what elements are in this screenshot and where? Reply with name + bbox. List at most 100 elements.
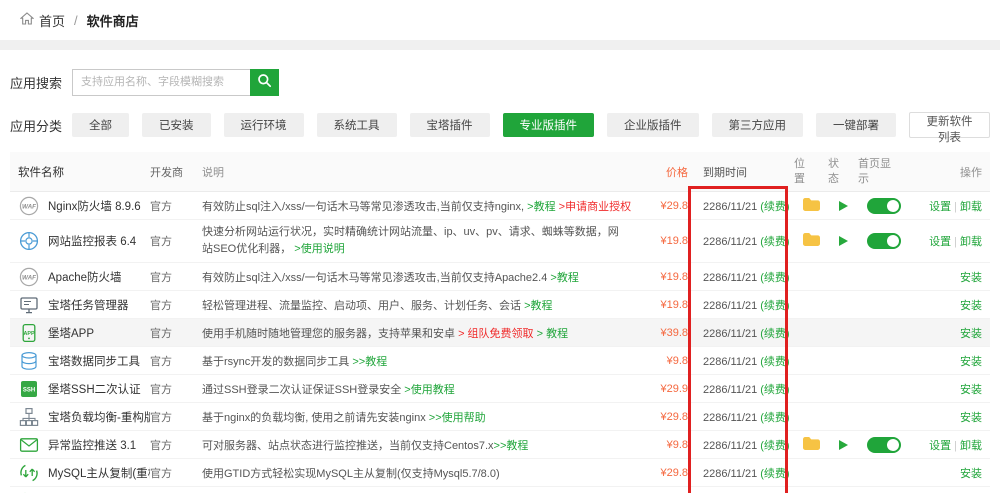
install-link[interactable]: 安装 — [960, 272, 982, 284]
desc-link[interactable]: >教程 — [527, 201, 555, 213]
expire-date: 2286/11/21 — [703, 272, 757, 284]
software-name: 网站监控报表 6.4 — [48, 233, 136, 249]
desc-link[interactable]: >使用说明 — [294, 243, 344, 255]
folder-icon[interactable] — [802, 436, 821, 454]
search-button[interactable] — [250, 69, 279, 96]
header-expire-time: 到期时间 — [690, 164, 794, 180]
breadcrumb-home-link[interactable]: 首页 — [20, 11, 65, 30]
renew-link[interactable]: (续费) — [760, 468, 789, 480]
table-row: MySQL主从复制 官方 轻松实现MySQL一主多从复制，需要MySQL5.5及… — [10, 487, 990, 493]
table-row: MySQL主从复制(重构版) 官方 使用GTID方式轻松实现MySQL主从复制(… — [10, 459, 990, 487]
price: ¥29.8 — [632, 200, 690, 212]
category-tab-全部[interactable]: 全部 — [72, 113, 129, 137]
header-developer: 开发商 — [150, 164, 202, 180]
description: 有效防止sql注入/xss/一句话木马等常见渗透攻击,当前仅支持nginx, >… — [202, 198, 632, 214]
renew-link[interactable]: (续费) — [760, 356, 789, 368]
category-tab-已安装[interactable]: 已安装 — [142, 113, 211, 137]
description: 有效防止sql注入/xss/一句话木马等常见渗透攻击,当前仅支持Apache2.… — [202, 269, 632, 285]
desc-link[interactable]: >>使用帮助 — [429, 412, 486, 424]
folder-icon[interactable] — [802, 232, 821, 250]
category-tab-宝塔插件[interactable]: 宝塔插件 — [410, 113, 490, 137]
app-search-row: 应用搜索 — [10, 68, 990, 96]
settings-link[interactable]: 设置 — [929, 236, 951, 248]
desc-link[interactable]: >>教程 — [352, 356, 387, 368]
running-status-icon[interactable] — [839, 236, 848, 246]
description: 使用GTID方式轻松实现MySQL主从复制(仅支持Mysql5.7/8.0) — [202, 465, 632, 481]
expire-date: 2286/11/21 — [703, 412, 757, 424]
desc-link[interactable]: > 组队免费领取 — [458, 328, 533, 340]
install-link[interactable]: 安装 — [960, 328, 982, 340]
sync-icon — [18, 490, 40, 493]
uninstall-link[interactable]: 卸载 — [960, 236, 982, 248]
developer: 官方 — [150, 269, 202, 285]
install-link[interactable]: 安装 — [960, 384, 982, 396]
uninstall-link[interactable]: 卸载 — [960, 201, 982, 213]
header-location: 位置 — [794, 157, 828, 187]
software-name: 堡塔SSH二次认证 — [48, 381, 141, 397]
expire-date: 2286/11/21 — [703, 300, 757, 312]
developer: 官方 — [150, 353, 202, 369]
renew-link[interactable]: (续费) — [760, 384, 789, 396]
desc-text: 基于rsync开发的数据同步工具 — [202, 356, 352, 368]
table-row: 宝塔数据同步工具 官方 基于rsync开发的数据同步工具 >>教程 ¥9.8 2… — [10, 347, 990, 375]
category-tab-运行环境[interactable]: 运行环境 — [224, 113, 304, 137]
desc-text: 有效防止sql注入/xss/一句话木马等常见渗透攻击,当前仅支持nginx, — [202, 201, 527, 213]
header-price: 价格 — [632, 164, 690, 180]
update-software-list-button[interactable]: 更新软件列表 — [909, 112, 990, 138]
install-link[interactable]: 安装 — [960, 300, 982, 312]
header-software-name: 软件名称 — [10, 164, 150, 180]
uninstall-link[interactable]: 卸载 — [960, 440, 982, 452]
renew-link[interactable]: (续费) — [760, 236, 789, 248]
renew-link[interactable]: (续费) — [760, 272, 789, 284]
row-actions: 安装 — [910, 325, 990, 341]
renew-link[interactable]: (续费) — [760, 201, 789, 213]
home-display-toggle[interactable] — [867, 437, 901, 453]
description: 通过SSH登录二次认证保证SSH登录安全 >使用教程 — [202, 381, 632, 397]
install-link[interactable]: 安装 — [960, 412, 982, 424]
settings-link[interactable]: 设置 — [929, 201, 951, 213]
desc-link[interactable]: >申请商业授权 — [559, 201, 631, 213]
software-name: 异常监控推送 3.1 — [48, 437, 136, 453]
header-description: 说明 — [202, 164, 632, 180]
search-input[interactable] — [72, 69, 250, 96]
running-status-icon[interactable] — [839, 440, 848, 450]
category-tab-一键部署[interactable]: 一键部署 — [816, 113, 896, 137]
category-tab-系统工具[interactable]: 系统工具 — [317, 113, 397, 137]
price: ¥9.8 — [632, 355, 690, 367]
home-icon — [20, 12, 34, 28]
renew-link[interactable]: (续费) — [760, 412, 789, 424]
desc-text: 快速分析网站运行状况，实时精确统计网站流量、ip、uv、pv、请求、蜘蛛等数据，… — [202, 226, 619, 255]
running-status-icon[interactable] — [839, 201, 848, 211]
desc-link[interactable]: >教程 — [524, 300, 552, 312]
developer: 官方 — [150, 437, 202, 453]
description: 基于nginx的负载均衡, 使用之前请先安装nginx >>使用帮助 — [202, 409, 632, 425]
category-tab-第三方应用[interactable]: 第三方应用 — [712, 113, 804, 137]
category-tab-专业版插件[interactable]: 专业版插件 — [503, 113, 595, 137]
home-display-toggle[interactable] — [867, 198, 901, 214]
desc-link[interactable]: >教程 — [550, 272, 578, 284]
category-tab-企业版插件[interactable]: 企业版插件 — [607, 113, 699, 137]
settings-link[interactable]: 设置 — [929, 440, 951, 452]
install-link[interactable]: 安装 — [960, 356, 982, 368]
desc-link[interactable]: >使用教程 — [404, 384, 454, 396]
action-separator: | — [954, 236, 957, 248]
table-row: SSH 堡塔SSH二次认证 官方 通过SSH登录二次认证保证SSH登录安全 >使… — [10, 375, 990, 403]
install-link[interactable]: 安装 — [960, 468, 982, 480]
expire-date: 2286/11/21 — [703, 384, 757, 396]
renew-link[interactable]: (续费) — [760, 328, 789, 340]
renew-link[interactable]: (续费) — [760, 300, 789, 312]
price: ¥29.8 — [632, 411, 690, 423]
price: ¥29.8 — [632, 467, 690, 479]
expire-date: 2286/11/21 — [703, 236, 757, 248]
desc-link[interactable]: > 教程 — [537, 328, 568, 340]
price: ¥19.8 — [632, 235, 690, 247]
renew-link[interactable]: (续费) — [760, 440, 789, 452]
home-display-toggle[interactable] — [867, 233, 901, 249]
svg-text:WAF: WAF — [22, 274, 36, 281]
desc-link[interactable]: >>教程 — [494, 440, 529, 452]
waf-icon: WAF — [18, 266, 40, 288]
folder-icon[interactable] — [802, 197, 821, 215]
desc-text: 轻松管理进程、流量监控、启动项、用户、服务、计划任务、会话 — [202, 300, 524, 312]
category-tabs: 全部已安装运行环境系统工具宝塔插件专业版插件企业版插件第三方应用一键部署 — [72, 113, 909, 137]
mail-push-icon — [18, 434, 40, 456]
